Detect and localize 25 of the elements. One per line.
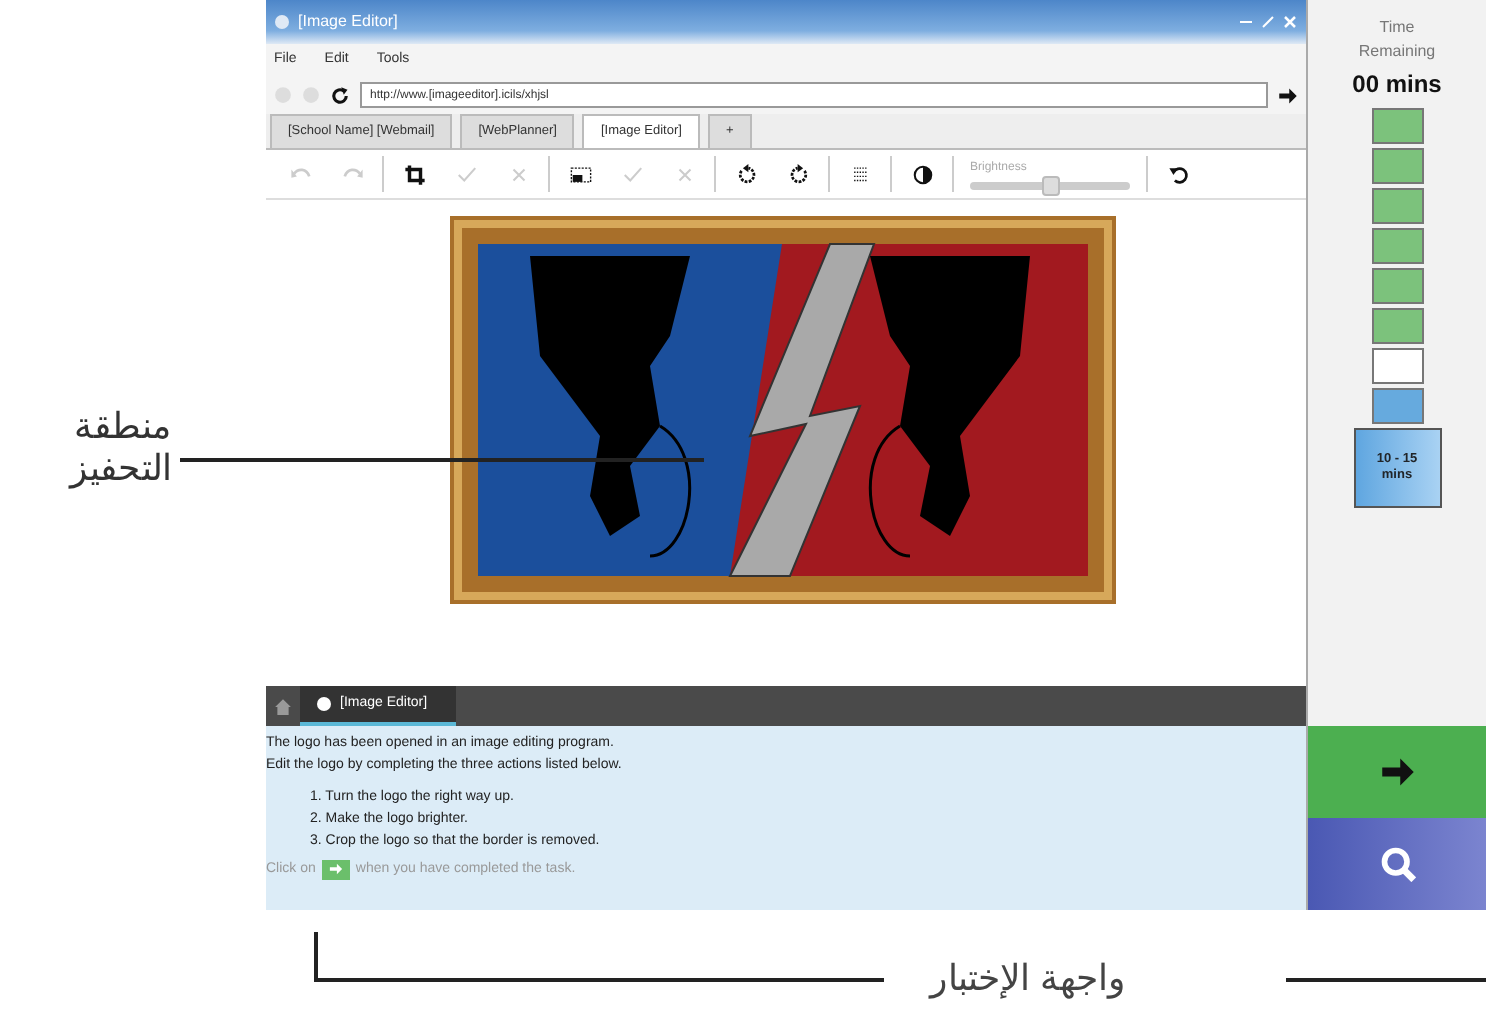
search-icon [1379,846,1415,882]
search-button[interactable] [1307,818,1486,910]
refresh-icon[interactable] [330,85,350,105]
maximize-icon[interactable] [1260,14,1276,30]
timer-label: Remaining [1358,40,1436,64]
time-remaining: 00 mins [1352,68,1442,102]
selection-icon[interactable] [569,163,591,185]
reset-icon[interactable] [1167,163,1189,185]
rotate-left-icon[interactable] [735,163,757,185]
go-arrow-icon[interactable] [1278,85,1298,105]
crop-icon[interactable] [403,163,425,185]
contrast-icon[interactable] [911,163,933,185]
close-icon[interactable] [1282,14,1298,30]
grid-icon[interactable] [849,163,871,185]
callout-label: واجهة الإختبار [930,956,1127,1003]
slider-thumb[interactable] [1042,175,1060,195]
next-button[interactable] [321,859,350,879]
timer-label: Time [1379,16,1415,40]
arrow-icon [1379,754,1415,790]
callout-label: منطقة التحفيز [66,406,172,490]
home-icon[interactable] [274,697,292,715]
arrow-icon [327,862,344,876]
window-title: [Image Editor] [298,10,398,34]
next-button[interactable] [1307,726,1486,818]
rotate-right-icon[interactable] [787,163,809,185]
